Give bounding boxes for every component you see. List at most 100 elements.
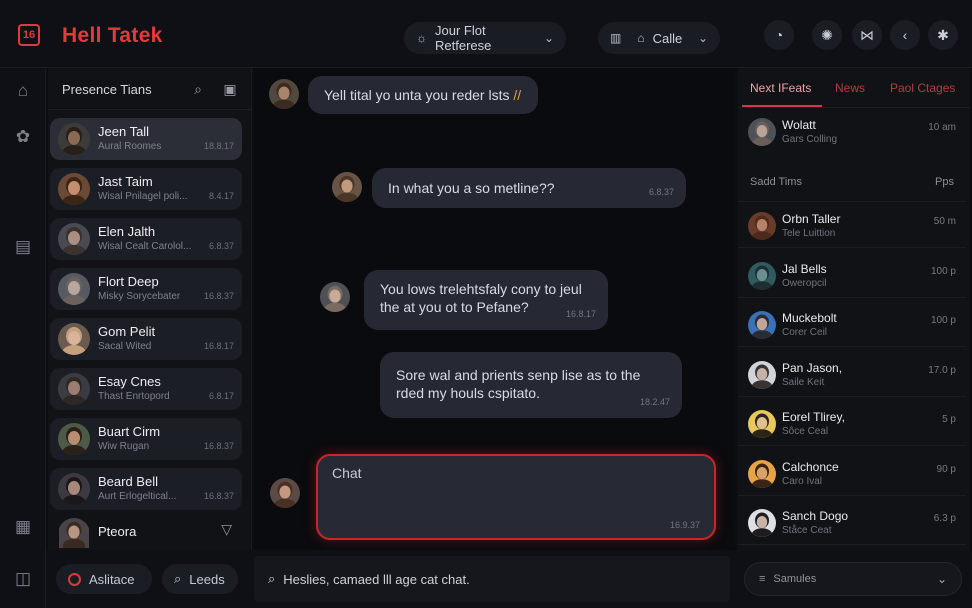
grid-icon[interactable]: ▦ [12,516,34,538]
contact-item[interactable]: Jast Taim Wisal Pnilagel poli... 8.4.17 [50,168,242,210]
search-text: Heslies, camaed lll age cat chat. [283,571,470,587]
logo-icon: 16 [18,24,40,46]
bottom-bar: Aslitace ⌕ Leeds ⌕ Heslies, camaed lll a… [46,550,972,608]
message-bubble: Sore wal and prients senp lise as to the… [380,352,682,418]
message-text: In what you a so metline?? [388,180,555,196]
timer-icon[interactable]: ◔ [764,20,794,50]
contact-time: 18.8.17 [203,141,234,151]
contact-preview: Thast Enrtopord [98,391,170,402]
samples-select[interactable]: ≡ Samules ⌄ [744,562,962,596]
message-time: 16.8.17 [565,309,596,319]
contact-item[interactable]: Buart Cirm Wiw Rugan 16.8.37 [50,418,242,460]
settings-icon[interactable]: ✱ [928,20,958,50]
expand-icon[interactable]: ▽ [221,521,232,538]
avatar [748,212,776,240]
item-subtitle: Sôce Ceal [782,426,829,437]
item-name: Pan Jason, [782,360,843,375]
list-item[interactable]: Calchonce Caro Ival 90 p [738,452,966,496]
list-item[interactable]: Jal Bells Oweropcil 100 p [738,254,966,298]
item-subtitle: Ståce Ceat [782,525,832,536]
contacts-header: Presence Tians ⌕ ▣ [48,68,252,110]
avatar [270,478,300,508]
message-compose-box[interactable]: Chat 16.9.37 [316,454,716,540]
message-bubble: You lows trelehtsfaly cony to jeul the a… [364,270,608,330]
share-icon[interactable]: ⋈ [852,20,882,50]
avatar [332,172,362,202]
item-time: 17.0 p [928,364,956,376]
search-icon[interactable]: ⌕ [188,79,208,99]
inbox-icon[interactable]: ◫ [12,568,34,590]
leads-button[interactable]: ⌕ Leeds [162,564,238,594]
contact-time: 16.8.17 [203,341,234,351]
list-item[interactable]: Sanch Dogo Ståce Ceat 6.3 p [738,501,966,545]
avatar [748,118,776,146]
tab-next-feats[interactable]: Next IFeats [750,81,811,95]
item-name: Eorel Tlirey, [782,410,845,424]
chat-search-input[interactable]: ⌕ Heslies, camaed lll age cat chat. [254,556,730,602]
contact-name: Jast Taim [98,174,153,189]
assistance-button[interactable]: Aslitace [56,564,152,594]
contact-item[interactable]: Beard Bell Aurt Erlogeltical... 16.8.37 [50,468,242,510]
contact-name: Pteora [98,524,137,539]
apps-icon[interactable]: ✿ [12,126,34,148]
call-control[interactable]: ▥ ⌂ Calle ⌄ [598,22,720,54]
contact-item[interactable]: Jeen Tall Aural Roomes 18.8.17 [50,118,242,160]
avatar [748,410,776,438]
list-item[interactable]: Wolatt Gars Colling 10 am [738,110,966,154]
contact-preview: Wisal Pnilagel poli... [98,191,188,202]
list-item[interactable]: Muckebolt Corer Ceil 100 p [738,303,966,347]
contact-name: Buart Cirm [98,424,161,439]
contact-time: 16.8.37 [203,291,234,301]
app-title: Hell Tatek [62,24,163,47]
contact-item-last[interactable]: Pteora ▽ [50,512,242,548]
nav-rail: ⌂ ✿ ▤ ▦ ◫ [0,68,46,608]
tab-news[interactable]: News [835,81,865,95]
message-highlight: // [513,87,522,103]
sparkle-icon[interactable]: ✺ [812,20,842,50]
contacts-title: Presence Tians [62,82,152,97]
message-text: Yell tital yo unta you reder lsts [324,87,510,103]
workspace-selector[interactable]: ☼ Jour Flot Retferese ⌄ [404,22,566,54]
list-item[interactable]: Orbn Taller Tele Luittion 50 m [738,204,966,248]
contact-name: Jeen Tall [98,124,150,139]
back-icon[interactable]: ‹ [890,20,920,50]
home-icon[interactable]: ⌂ [12,80,34,102]
tab-pool-stages[interactable]: Paol Ctages [890,81,955,95]
message-bubble: Yell tital yo unta you reder lsts // [308,76,538,114]
item-subtitle: Tele Luittion [782,228,836,239]
contact-name: Beard Bell [98,474,158,489]
item-name: Orbn Taller [782,212,841,226]
item-name: Sanch Dogo [782,509,849,523]
list-item[interactable]: Eorel Tlirey, Sôce Ceal 5 p [738,402,966,446]
contact-name: Esay Cnes [98,374,161,389]
item-time: 100 p [930,315,956,326]
assistance-label: Aslitace [89,571,135,587]
avatar [58,323,90,355]
search-icon: ⌕ [268,571,276,586]
avatar [58,373,90,405]
section-header: Sadd Tims Pps [738,164,966,202]
contact-item[interactable]: Elen Jalth Wisal Cealt Carolol... 6.8.37 [50,218,242,260]
contact-preview: Sacal Wited [98,341,152,352]
contact-item[interactable]: Flort Deep Misky Sorycebater 16.8.37 [50,268,242,310]
menu-icon: ≡ [759,573,766,585]
calendar-icon[interactable]: ▤ [12,236,34,258]
contact-time: 16.8.37 [203,491,234,501]
contact-name: Elen Jalth [98,224,156,239]
avatar [748,311,776,339]
item-time: 10 am [928,122,956,133]
list-item[interactable]: Pan Jason, Saile Keit 17.0 p [738,353,966,397]
contact-item[interactable]: Gom Pelit Sacal Wited 16.8.17 [50,318,242,360]
message-text: Sore wal and prients senp lise as to the… [396,367,641,401]
bell-icon: ⌂ [637,31,645,45]
item-subtitle: Oweropcil [782,277,827,289]
message-bubble: In what you a so metline?? 6.8.37 [372,168,686,208]
call-label: Calle [652,30,683,46]
right-panel: Next IFeats News Paol Ctages Wolatt Gars… [738,68,970,550]
contact-item[interactable]: Esay Cnes Thast Enrtopord 6.8.17 [50,368,242,410]
compose-icon[interactable]: ▣ [220,79,240,99]
contact-time: 8.4.17 [208,191,234,201]
item-subtitle: Corer Ceil [782,327,828,338]
avatar [58,223,90,255]
workspace-label: Jour Flot Retferese [435,23,492,53]
